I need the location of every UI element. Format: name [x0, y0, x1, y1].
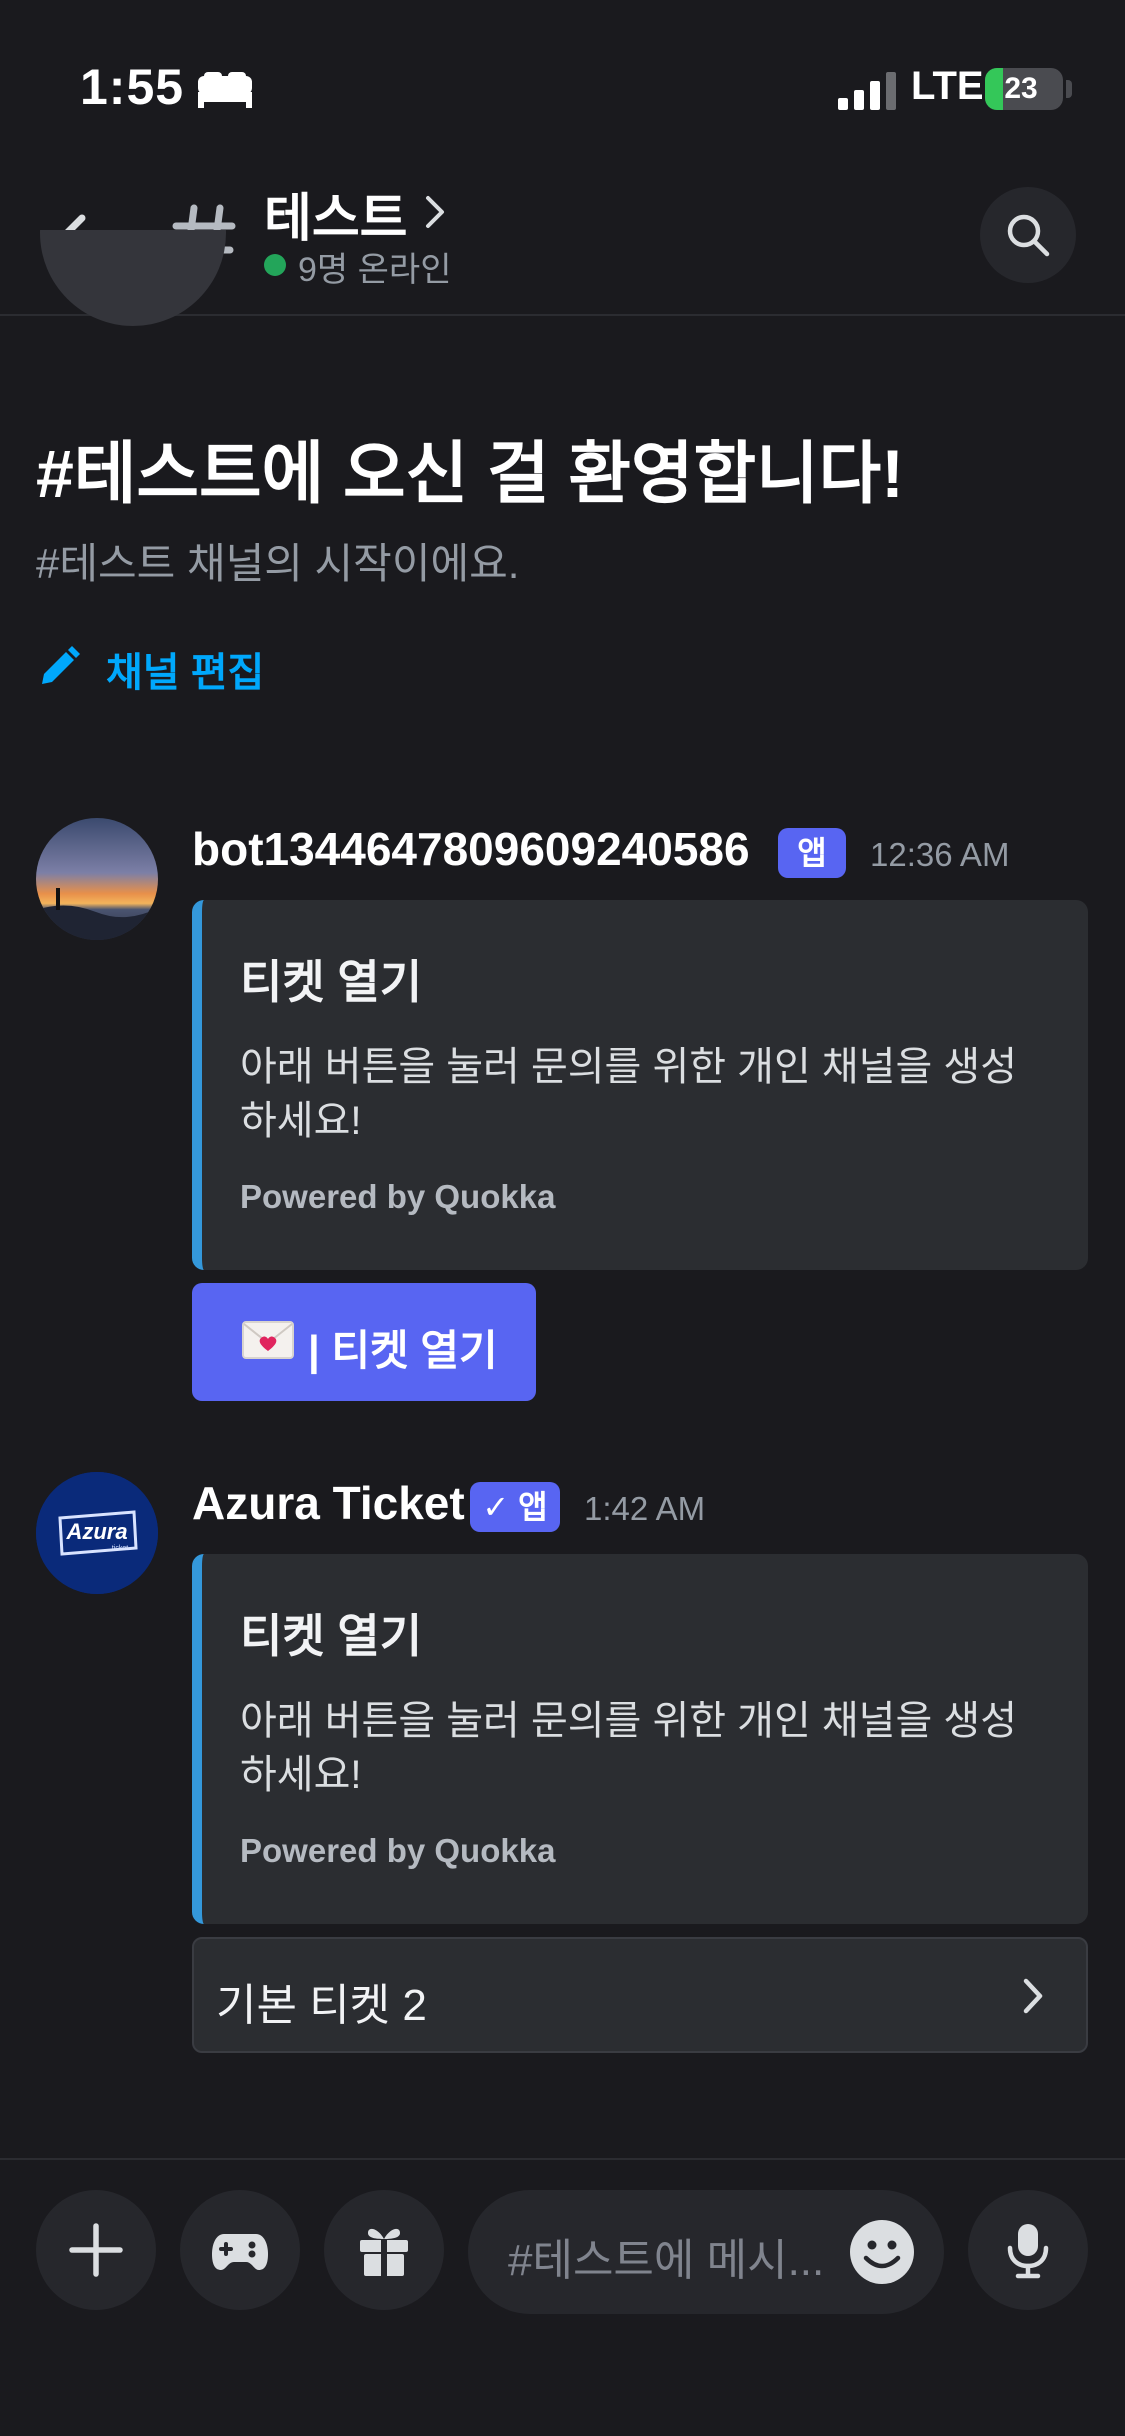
azura-logo-subtext: ticket: [112, 1545, 128, 1552]
status-time: 1:55: [80, 59, 185, 115]
channel-icon: [40, 230, 226, 370]
ticket-select-menu[interactable]: 기본 티켓 2: [192, 1937, 1088, 2053]
online-indicator: [264, 254, 286, 276]
open-ticket-button[interactable]: | 티켓 열기: [192, 1283, 536, 1401]
search-icon: [1007, 214, 1050, 257]
status-bar: 1:55 LTE 23: [0, 0, 1125, 170]
message-author[interactable]: Azura Ticket: [192, 1476, 465, 1530]
avatar[interactable]: [36, 818, 158, 940]
signal-icon: [838, 72, 896, 110]
chevron-right-icon: [1023, 1978, 1043, 2014]
edit-channel-label: 채널 편집: [106, 651, 265, 695]
open-ticket-label: | 티켓 열기: [308, 1327, 498, 1374]
embed: 티켓 열기 아래 버튼을 눌러 문의를 위한 개인 채널을 생성하세요! Pow…: [192, 1554, 1088, 1924]
microphone-icon: [1007, 2224, 1049, 2279]
app-badge: 앱: [778, 828, 846, 878]
message-time: 12:36 AM: [870, 836, 1010, 873]
embed-title: 티켓 열기: [240, 1610, 423, 1662]
battery-level: 23: [1004, 72, 1038, 105]
message-author[interactable]: bot1344647809609240586: [192, 822, 750, 876]
search-button[interactable]: [980, 187, 1076, 283]
network-type: LTE: [911, 64, 984, 108]
love-letter-icon: [242, 1321, 294, 1359]
emoji-icon[interactable]: [848, 2218, 916, 2286]
avatar[interactable]: Azura ticket: [36, 1472, 158, 1594]
message-input[interactable]: #테스트에 메시...: [468, 2190, 944, 2314]
chevron-right-icon[interactable]: [420, 192, 450, 232]
gift-icon: [360, 2228, 408, 2276]
voice-message-button[interactable]: [968, 2190, 1088, 2310]
azura-logo: Azura ticket: [36, 1472, 158, 1594]
battery-icon: 23: [985, 68, 1063, 110]
message-composer: #테스트에 메시...: [0, 2158, 1125, 2436]
add-attachment-button[interactable]: [36, 2190, 156, 2310]
gamepad-icon: [212, 2234, 268, 2270]
message-input-placeholder: #테스트에 메시...: [508, 2236, 825, 2285]
embed-title: 티켓 열기: [240, 956, 423, 1008]
welcome-subtitle: #테스트 채널의 시작이에요.: [36, 540, 520, 587]
select-option-label: 기본 티켓 2: [216, 1981, 427, 2030]
activities-button[interactable]: [180, 2190, 300, 2310]
channel-title[interactable]: 테스트: [264, 176, 408, 251]
embed-description: 아래 버튼을 눌러 문의를 위한 개인 채널을 생성하세요!: [240, 1045, 1017, 1143]
online-count: 9명 온라인: [298, 251, 452, 289]
plus-icon: [69, 2223, 123, 2277]
embed-description: 아래 버튼을 눌러 문의를 위한 개인 채널을 생성하세요!: [240, 1699, 1017, 1797]
embed-footer: Powered by Quokka: [240, 1832, 556, 1869]
bed-icon: [198, 72, 252, 108]
verified-app-badge: ✓ 앱: [470, 1482, 560, 1532]
azura-logo-text: Azura: [65, 1519, 127, 1544]
welcome-title: #테스트에 오신 걸 환영합니다!: [36, 436, 904, 512]
gift-button[interactable]: [324, 2190, 444, 2310]
battery-cap: [1066, 80, 1072, 98]
sunset-avatar-image: [36, 818, 158, 940]
embed-footer: Powered by Quokka: [240, 1178, 556, 1215]
pencil-icon: [42, 646, 80, 684]
message-time: 1:42 AM: [584, 1490, 706, 1527]
embed: 티켓 열기 아래 버튼을 눌러 문의를 위한 개인 채널을 생성하세요! Pow…: [192, 900, 1088, 1270]
